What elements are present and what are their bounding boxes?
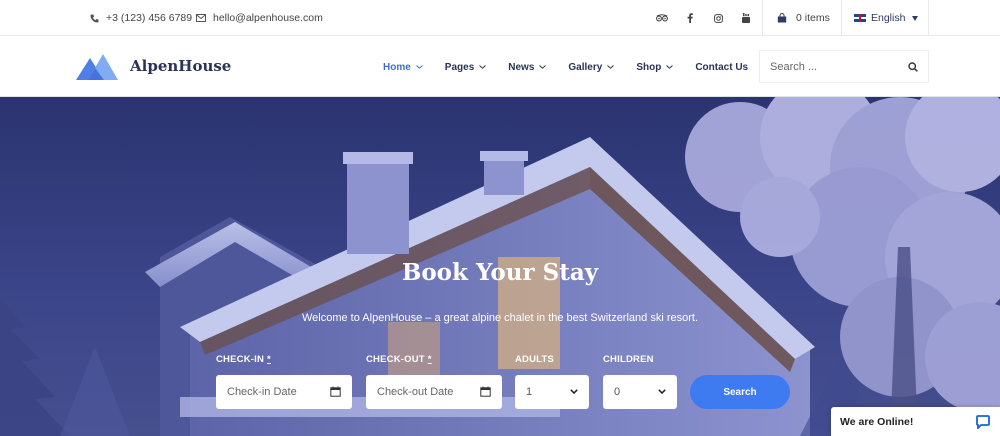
language-label: English	[871, 12, 906, 24]
live-chat-widget[interactable]: We are Online!	[831, 407, 1000, 436]
brand-name: AlpenHouse	[130, 57, 232, 75]
hero-title: Book Your Stay	[401, 259, 599, 286]
calendar-icon[interactable]	[480, 386, 491, 397]
checkin-label: CHECK-IN *	[216, 354, 271, 365]
nav-item-news[interactable]: News	[508, 61, 547, 73]
uk-flag-icon	[854, 14, 866, 22]
phone-icon	[90, 13, 99, 23]
youtube-icon[interactable]	[732, 13, 760, 23]
email-contact[interactable]: hello@alpenhouse.com	[196, 0, 323, 36]
nav-item-label: News	[508, 61, 535, 73]
adults-value: 1	[526, 386, 533, 398]
hero-section: Book Your Stay Welcome to AlpenHouse – a…	[0, 97, 1000, 436]
chevron-down-icon	[539, 65, 547, 69]
cart-link[interactable]: 0 items	[777, 0, 830, 36]
search-input[interactable]	[770, 60, 900, 73]
children-label: CHILDREN	[603, 354, 654, 365]
nav-item-home[interactable]: Home	[383, 62, 423, 73]
nav-item-shop[interactable]: Shop	[636, 61, 674, 73]
chevron-down-icon	[607, 65, 615, 69]
required-mark: *	[427, 354, 432, 365]
checkin-field	[216, 375, 352, 409]
phone-contact[interactable]: +3 (123) 456 6789	[90, 0, 192, 36]
nav-item-pages[interactable]: Pages	[444, 61, 487, 73]
email-address: hello@alpenhouse.com	[213, 12, 323, 24]
top-bar: +3 (123) 456 6789 hello@alpenhouse.com 0…	[0, 0, 1000, 36]
chevron-down-icon	[479, 65, 487, 69]
main-nav: Home Pages News Gallery Shop Contact Us	[383, 37, 770, 97]
facebook-icon[interactable]	[676, 13, 704, 23]
nav-item-label: Gallery	[568, 61, 603, 73]
nav-item-contact-us[interactable]: Contact Us	[695, 62, 748, 73]
nav-item-label: Home	[383, 61, 411, 73]
search-box	[759, 50, 929, 83]
nav-item-label: Pages	[444, 61, 475, 73]
shopping-bag-icon	[777, 13, 787, 23]
calendar-icon[interactable]	[330, 386, 341, 397]
caret-down-icon	[912, 15, 919, 21]
adults-label: ADULTS	[515, 354, 555, 365]
mail-icon	[196, 14, 206, 22]
site-logo[interactable]: AlpenHouse	[76, 52, 231, 80]
topbar-divider	[841, 0, 842, 36]
chevron-down-icon	[415, 65, 423, 69]
instagram-icon[interactable]	[704, 13, 732, 23]
search-icon[interactable]	[908, 62, 918, 72]
checkout-label: CHECK-OUT *	[366, 354, 432, 365]
language-selector[interactable]: English	[854, 0, 919, 36]
checkout-field	[366, 375, 502, 409]
children-select[interactable]: 0	[603, 375, 677, 409]
chevron-down-icon	[658, 389, 666, 394]
social-links	[648, 0, 760, 36]
topbar-divider	[928, 0, 929, 36]
chat-bubble-icon	[976, 415, 990, 429]
main-header: AlpenHouse Home Pages News Gallery Shop …	[0, 37, 1000, 97]
required-mark: *	[267, 354, 271, 365]
chevron-down-icon	[666, 65, 674, 69]
phone-number: +3 (123) 456 6789	[106, 12, 193, 24]
mountain-logo-icon	[76, 54, 118, 80]
search-availability-button[interactable]: Search	[690, 375, 790, 409]
checkin-date-input[interactable]	[227, 386, 317, 398]
hero-subtitle: Welcome to AlpenHouse – a great alpine c…	[301, 312, 698, 324]
cart-count: 0 items	[796, 12, 830, 24]
children-value: 0	[614, 386, 621, 398]
checkout-date-input[interactable]	[377, 386, 467, 398]
chevron-down-icon	[570, 389, 578, 394]
nav-item-label: Contact Us	[695, 61, 749, 73]
tripadvisor-icon[interactable]	[648, 14, 676, 22]
nav-item-label: Shop	[636, 61, 662, 73]
topbar-divider	[762, 0, 763, 36]
chat-status-label: We are Online!	[840, 415, 914, 428]
nav-item-gallery[interactable]: Gallery	[568, 61, 615, 73]
adults-select[interactable]: 1	[515, 375, 589, 409]
